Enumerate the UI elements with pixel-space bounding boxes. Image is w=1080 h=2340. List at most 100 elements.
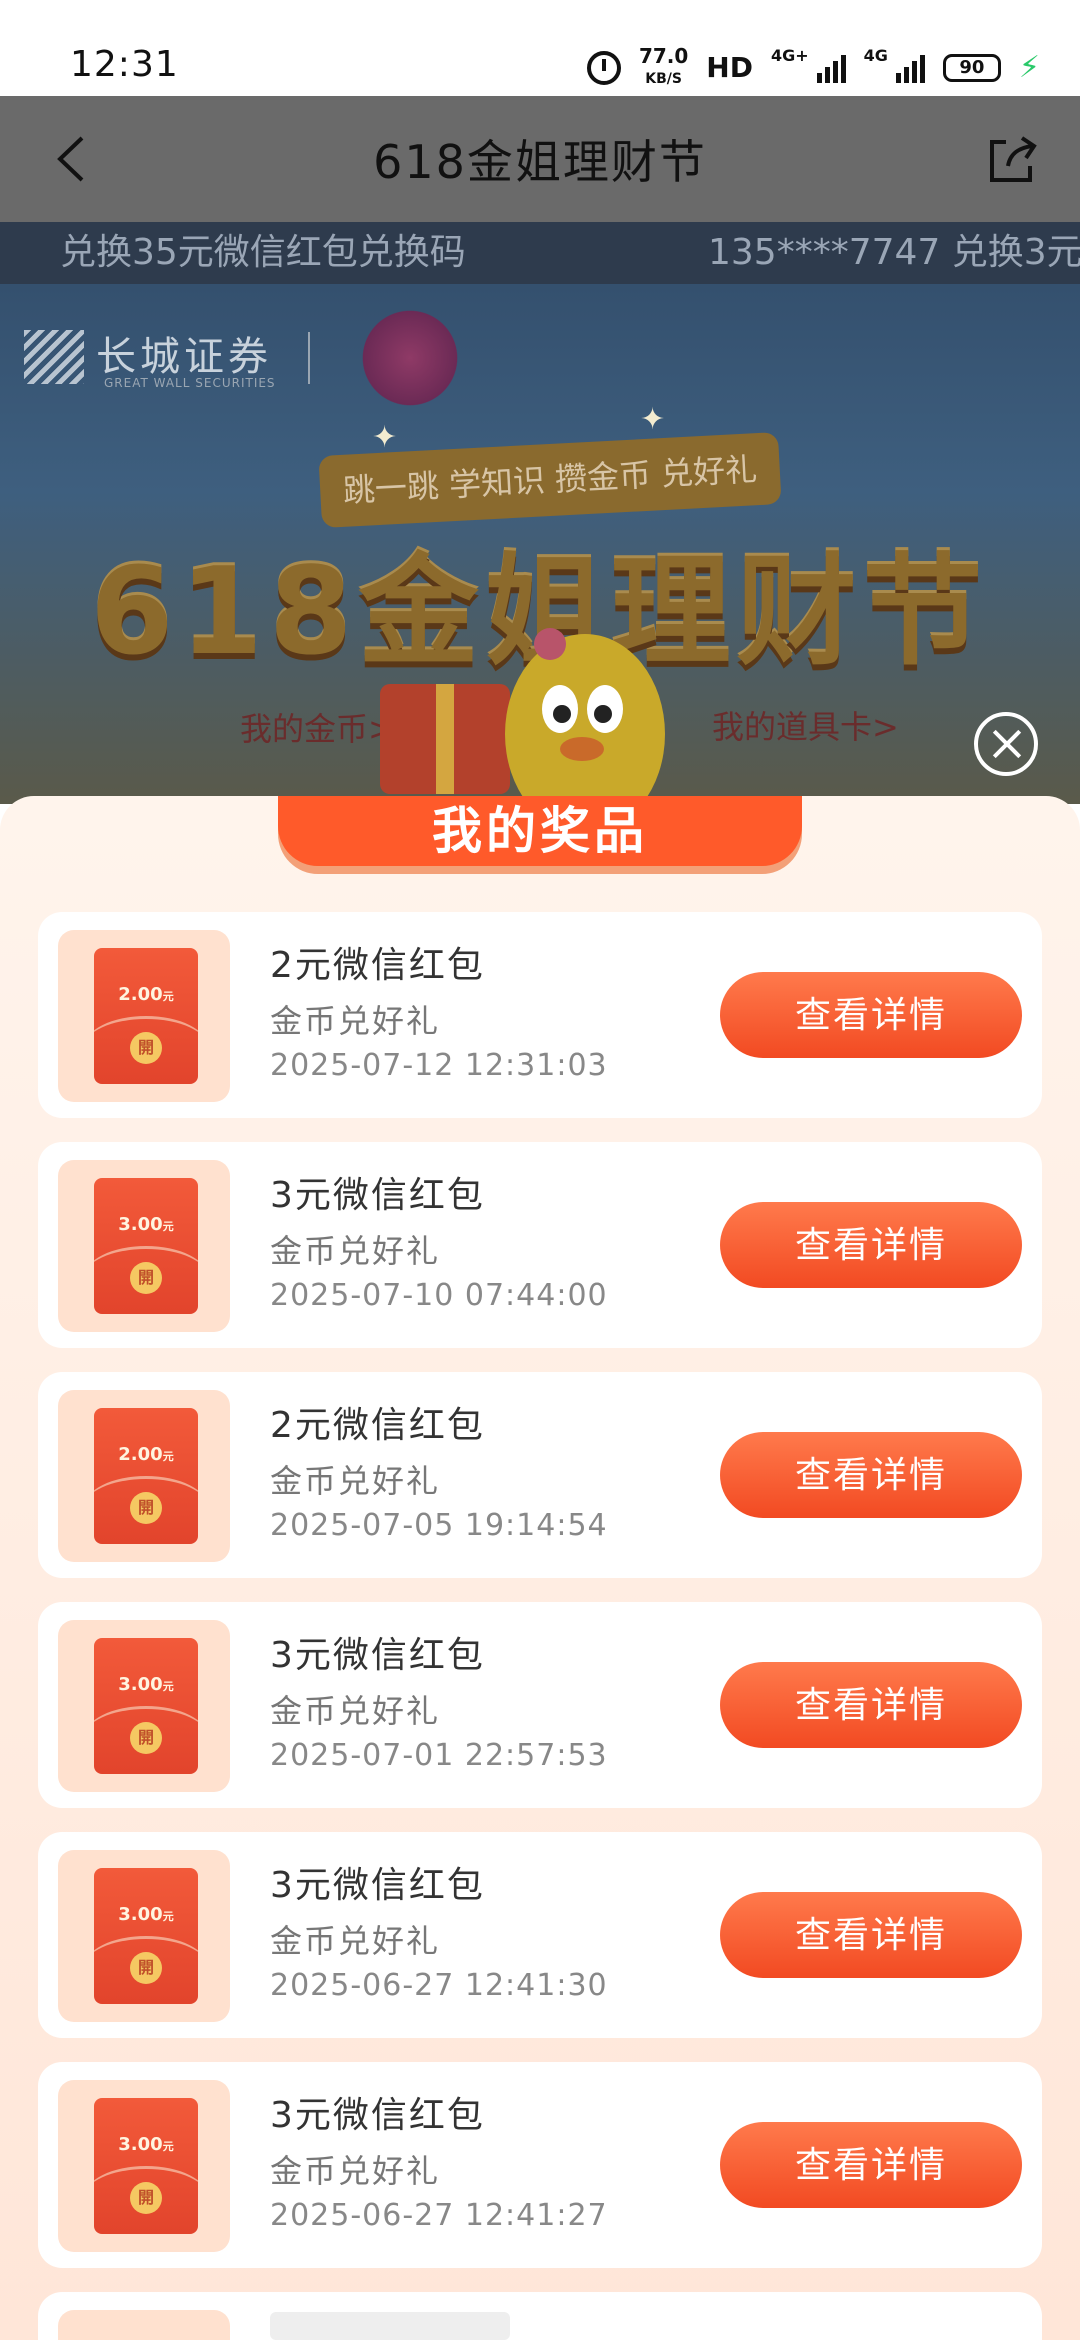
prize-time: 2025-07-12 12:31:03	[270, 1048, 608, 1083]
share-icon[interactable]	[984, 132, 1040, 188]
envelope-amount: 3.00元	[94, 1214, 198, 1235]
marquee-text-left: 兑换35元微信红包兑换码	[60, 232, 466, 273]
sparkle-icon: ✦	[372, 420, 398, 455]
envelope-amount-unit: 元	[162, 1450, 174, 1463]
status-bar: 12:31 77.0 KB/S HD 4G+ 4G 90 ⚡	[0, 0, 1080, 96]
envelope-amount-unit: 元	[162, 2140, 174, 2153]
prize-thumbnail: 3.00元 開	[58, 1850, 230, 2022]
battery-icon: 90	[942, 53, 1001, 82]
back-arrow-icon[interactable]	[50, 134, 90, 184]
envelope-amount: 3.00元	[94, 1674, 198, 1695]
prize-name: 3元微信红包	[270, 1635, 485, 1676]
jinjie-logo-icon	[350, 308, 470, 408]
envelope-amount-unit: 元	[162, 1220, 174, 1233]
envelope-amount-value: 3.00	[118, 1674, 163, 1695]
prize-name: 3元微信红包	[270, 1175, 485, 1216]
prize-card: 3.00元 開 3元微信红包 金币兑好礼 2025-06-27 12:41:30…	[38, 1832, 1042, 2038]
prize-source: 金币兑好礼	[270, 1692, 441, 1730]
prize-card: 3.00元 開 3元微信红包 金币兑好礼 2025-07-10 07:44:00…	[38, 1142, 1042, 1348]
envelope-seal: 開	[130, 1722, 162, 1754]
prize-source: 金币兑好礼	[270, 1002, 441, 1040]
status-time: 12:31	[70, 44, 179, 85]
status-icons: 77.0 KB/S HD 4G+ 4G 90 ⚡	[586, 46, 1040, 89]
red-envelope-icon: 3.00元 開	[94, 1638, 198, 1774]
charging-bolt-icon: ⚡	[1018, 50, 1040, 85]
prize-time: 2025-07-01 22:57:53	[270, 1738, 608, 1773]
signal-1-label: 4G+	[770, 46, 809, 65]
envelope-seal: 開	[130, 1492, 162, 1524]
app-header: 618金姐理财节	[0, 96, 1080, 222]
prize-name: 3元微信红包	[270, 1865, 485, 1906]
prize-thumbnail	[58, 2310, 230, 2340]
red-envelope-icon: 3.00元 開	[94, 1868, 198, 2004]
marquee-text-right: 135****7747 兑换3元	[708, 232, 1080, 273]
envelope-seal: 開	[130, 1032, 162, 1064]
prize-name: 2元微信红包	[270, 1405, 485, 1446]
prizes-sheet: 我的奖品 2.00元 開 2元微信红包 金币兑好礼 2025-07-12 12:…	[0, 796, 1080, 2340]
my-coins-link[interactable]: 我的金币>	[240, 704, 395, 750]
prize-source: 金币兑好礼	[270, 1462, 441, 1500]
brand-name: 长城证券	[96, 334, 272, 380]
red-envelope-icon: 3.00元 開	[94, 1178, 198, 1314]
prize-thumbnail: 2.00元 開	[58, 930, 230, 1102]
prize-card: 3.00元 開 3元微信红包 金币兑好礼 2025-06-27 12:41:27…	[38, 2062, 1042, 2268]
signal-2-label: 4G	[863, 46, 888, 65]
view-details-button[interactable]: 查看详情	[720, 1892, 1022, 1978]
view-details-button[interactable]: 查看详情	[720, 1662, 1022, 1748]
prize-source: 金币兑好礼	[270, 1232, 441, 1270]
envelope-amount-value: 3.00	[118, 1214, 163, 1235]
envelope-amount-unit: 元	[162, 990, 174, 1003]
envelope-amount-value: 3.00	[118, 1904, 163, 1925]
network-speed: 77.0 KB/S	[639, 46, 688, 89]
prize-time: 2025-07-10 07:44:00	[270, 1278, 608, 1313]
prize-thumbnail: 2.00元 開	[58, 1390, 230, 1562]
prize-time: 2025-06-27 12:41:27	[270, 2198, 608, 2233]
envelope-amount-value: 2.00	[118, 1444, 163, 1465]
envelope-seal: 開	[130, 1952, 162, 1984]
prize-thumbnail: 3.00元 開	[58, 1160, 230, 1332]
my-cards-link[interactable]: 我的道具卡>	[712, 702, 899, 748]
signal-1-icon	[816, 53, 846, 83]
prize-name: 2元微信红包	[270, 945, 485, 986]
view-details-button[interactable]: 查看详情	[720, 1432, 1022, 1518]
prize-card-partial	[38, 2292, 1042, 2340]
logo-divider	[308, 332, 310, 384]
prize-card: 2.00元 開 2元微信红包 金币兑好礼 2025-07-05 19:14:54…	[38, 1372, 1042, 1578]
prize-time: 2025-06-27 12:41:30	[270, 1968, 608, 2003]
envelope-amount: 3.00元	[94, 1904, 198, 1925]
mascot-chick-icon	[505, 628, 665, 804]
alarm-icon	[586, 50, 621, 85]
great-wall-logo-icon	[24, 330, 84, 384]
prize-name: 3元微信红包	[270, 2095, 485, 2136]
prize-source: 金币兑好礼	[270, 1922, 441, 1960]
envelope-amount: 2.00元	[94, 1444, 198, 1465]
hd-indicator: HD	[706, 51, 753, 84]
sparkle-icon: ✦	[640, 402, 666, 437]
prize-source: 金币兑好礼	[270, 2152, 441, 2190]
close-button[interactable]	[974, 712, 1038, 776]
signal-2-icon	[895, 53, 925, 83]
prize-card: 2.00元 開 2元微信红包 金币兑好礼 2025-07-12 12:31:03…	[38, 912, 1042, 1118]
envelope-seal: 開	[130, 2182, 162, 2214]
page-title: 618金姐理财节	[373, 135, 707, 189]
prize-thumbnail: 3.00元 開	[58, 1620, 230, 1792]
promo-banner: 长城证券 GREAT WALL SECURITIES 跳一跳 学知识 攒金币 兑…	[0, 284, 1080, 804]
view-details-button[interactable]: 查看详情	[720, 972, 1022, 1058]
red-envelope-icon: 2.00元 開	[94, 1408, 198, 1544]
envelope-amount: 2.00元	[94, 984, 198, 1005]
envelope-amount-value: 2.00	[118, 984, 163, 1005]
view-details-button[interactable]: 查看详情	[720, 1202, 1022, 1288]
network-speed-value: 77.0	[638, 44, 689, 68]
prize-name-placeholder	[270, 2312, 510, 2340]
envelope-amount-unit: 元	[162, 1680, 174, 1693]
red-envelope-icon: 3.00元 開	[94, 2098, 198, 2234]
envelope-seal: 開	[130, 1262, 162, 1294]
envelope-amount-unit: 元	[162, 1910, 174, 1923]
prize-card: 3.00元 開 3元微信红包 金币兑好礼 2025-07-01 22:57:53…	[38, 1602, 1042, 1808]
exchange-marquee: 兑换35元微信红包兑换码 135****7747 兑换3元	[0, 222, 1080, 284]
prize-time: 2025-07-05 19:14:54	[270, 1508, 608, 1543]
view-details-button[interactable]: 查看详情	[720, 2122, 1022, 2208]
prize-thumbnail: 3.00元 開	[58, 2080, 230, 2252]
envelope-amount-value: 3.00	[118, 2134, 163, 2155]
red-envelope-icon: 2.00元 開	[94, 948, 198, 1084]
